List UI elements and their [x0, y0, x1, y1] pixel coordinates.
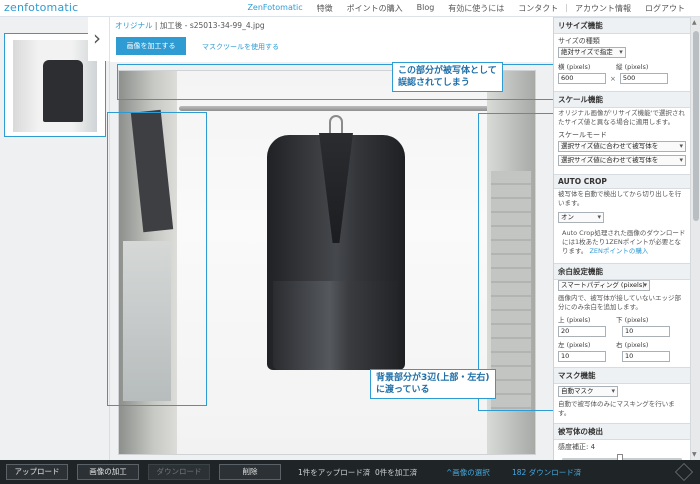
top-nav-bar: zenfotomatic ZenFotomatic 特徴 ポイントの購入 Blo…: [0, 0, 700, 17]
bottom-toolbar: アップロード 画像の加工 ダウンロード 削除 1件をアップロード済 0件を加工済…: [0, 460, 700, 484]
margin-section-header[interactable]: 余白設定機能: [554, 263, 690, 280]
scale-mode-select[interactable]: 選択サイズ値に合わせて被写体を: [558, 141, 686, 152]
annotation-label-top: この部分が被写体として 誤認されてしまう: [392, 62, 503, 92]
annotation-box-right: [478, 113, 554, 411]
annotation-box-left: [107, 112, 207, 406]
use-mask-tool-link[interactable]: マスクツールを使用する: [202, 42, 279, 52]
nav-item-account[interactable]: アカウント情報: [568, 3, 638, 14]
nav-item-logout[interactable]: ログアウト: [638, 3, 692, 14]
photo-jacket: [267, 115, 405, 373]
padding-right-label: 右 (pixels): [616, 341, 649, 349]
app-logo[interactable]: zenfotomatic: [4, 1, 78, 14]
breadcrumb: オリジナル | 加工後 - s25013-34-99_4.jpg: [115, 20, 265, 31]
downloaded-count[interactable]: 182 ダウンロード済: [512, 467, 581, 478]
autocrop-select[interactable]: オン: [558, 212, 604, 223]
padding-description: 画像内で、被写体が接していないエッジ部分にのみ余白を追加します。: [558, 294, 682, 311]
nav-item-buy-points[interactable]: ポイントの購入: [340, 3, 410, 14]
autocrop-description: 被写体を自動で検出してから切り出しを行います。: [558, 190, 682, 207]
uploaded-count: 1件をアップロード済: [298, 468, 371, 477]
scale-mode-select-secondary[interactable]: 選択サイズ値に合わせて被写体を: [558, 155, 686, 166]
download-button[interactable]: ダウンロード: [148, 464, 210, 480]
padding-top-input[interactable]: 20: [558, 326, 606, 337]
nav-item-how-to-use[interactable]: 有効に使うには: [441, 3, 511, 14]
resize-section-header[interactable]: リサイズ機能: [554, 17, 690, 34]
size-type-label: サイズの種類: [558, 37, 600, 45]
times-sign: ×: [610, 74, 616, 83]
processed-label[interactable]: 加工後: [160, 21, 183, 30]
scrollbar-thumb[interactable]: [693, 31, 699, 221]
width-label: 横 (pixels): [558, 63, 591, 71]
autocrop-section-header[interactable]: AUTO CROP: [554, 174, 690, 189]
width-input[interactable]: 600: [558, 73, 606, 84]
collapse-toggle[interactable]: ›: [88, 17, 110, 61]
padding-bottom-label: 下 (pixels): [616, 316, 649, 324]
thumbnail-jacket: [43, 60, 83, 122]
nav-item-blog[interactable]: Blog: [410, 3, 442, 14]
thumbnail-strip[interactable]: [0, 17, 110, 460]
mask-mode-select[interactable]: 自動マスク: [558, 386, 618, 397]
select-images-link[interactable]: ^画像の選択: [446, 467, 490, 478]
process-image-button[interactable]: 画像を加工する: [116, 37, 186, 55]
padding-top-label: 上 (pixels): [558, 316, 591, 324]
padding-left-input[interactable]: 10: [558, 351, 606, 362]
original-link[interactable]: オリジナル: [115, 21, 153, 30]
file-name: s25013-34-99_4.jpg: [189, 21, 265, 30]
height-input[interactable]: 500: [619, 73, 668, 84]
mask-section-header[interactable]: マスク機能: [554, 367, 690, 384]
thumbnail-photo: [13, 40, 97, 132]
process-images-button[interactable]: 画像の加工: [77, 464, 139, 480]
chevron-right-icon: ›: [93, 26, 101, 50]
breadcrumb-dash: -: [184, 21, 188, 30]
size-type-select[interactable]: 絶対サイズで指定: [558, 47, 626, 58]
padding-right-input[interactable]: 10: [622, 351, 670, 362]
main-nav: ZenFotomatic 特徴 ポイントの購入 Blog 有効に使うには コンタ…: [240, 3, 692, 14]
photo-hanger: [329, 115, 343, 135]
hanging-rail: [179, 106, 509, 111]
breadcrumb-separator: |: [154, 21, 158, 30]
padding-left-label: 左 (pixels): [558, 341, 591, 349]
scale-mode-label: スケールモード: [558, 131, 607, 139]
panel-scrollbar[interactable]: ▲ ▼: [690, 17, 700, 460]
delete-button[interactable]: 削除: [219, 464, 281, 480]
upload-button[interactable]: アップロード: [6, 464, 68, 480]
jacket-lower-panel: [273, 281, 399, 370]
scale-section-header[interactable]: スケール機能: [554, 91, 690, 108]
padding-mode-select[interactable]: スマートパディング (pixels): [558, 280, 650, 291]
settings-panel: リサイズ機能 サイズの種類 絶対サイズで指定 横 (pixels) 縦 (pix…: [553, 17, 690, 460]
nav-item-features[interactable]: 特徴: [310, 3, 340, 14]
scale-description: オリジナル画像が'リサイズ機能'で選択されたサイズ値と異なる場合に適用します。: [558, 109, 685, 126]
detect-section-header[interactable]: 被写体の検出: [554, 423, 690, 440]
buy-zen-points-link[interactable]: ZENポイントの購入: [589, 247, 648, 255]
height-label: 縦 (pixels): [616, 63, 649, 71]
nav-item-zenfotomatic[interactable]: ZenFotomatic: [240, 3, 309, 14]
cube-logo-icon: [674, 462, 694, 482]
scroll-up-icon[interactable]: ▲: [692, 19, 697, 26]
sensitivity-label: 感度補正: 4: [558, 443, 596, 451]
scroll-down-icon[interactable]: ▼: [692, 451, 697, 458]
autocrop-note: Auto Crop処理された画像のダウンロードには1枚あたり1ZENポイントが必…: [554, 228, 690, 257]
padding-bottom-input[interactable]: 10: [622, 326, 670, 337]
processed-count: 0件を加工済: [375, 468, 418, 477]
nav-item-contact[interactable]: コンタクト: [511, 3, 565, 14]
annotation-label-bottom: 背景部分が3辺(上部・左右) に渡っている: [370, 369, 496, 399]
mask-description: 自動で被写体のみにマスキングを行います。: [558, 400, 675, 417]
